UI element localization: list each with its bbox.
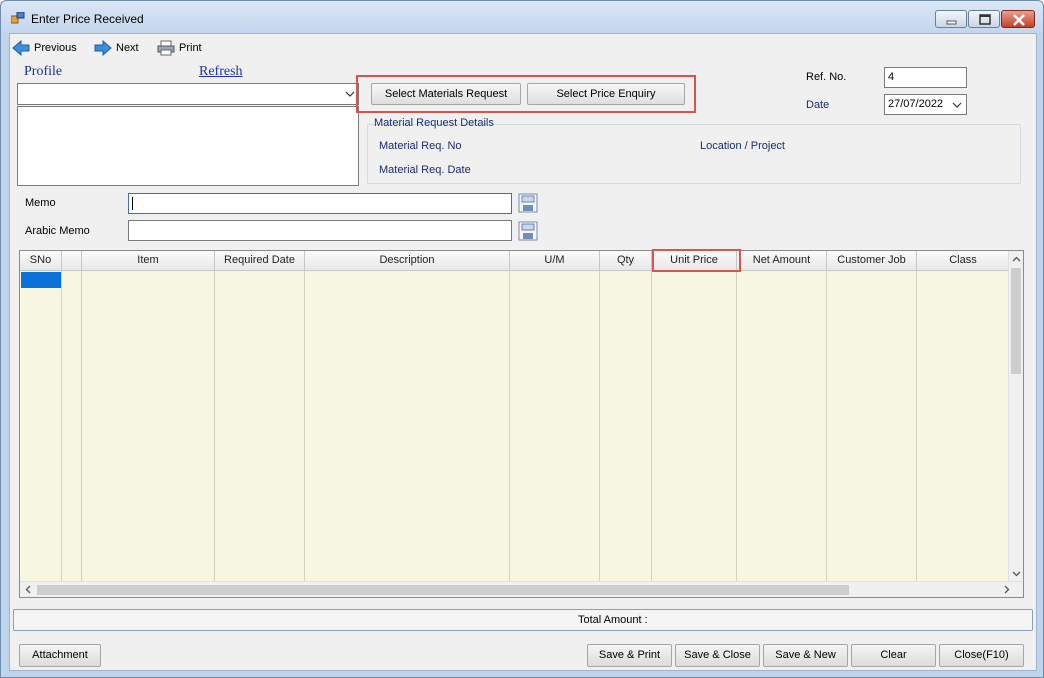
maximize-icon (979, 14, 991, 25)
profile-list[interactable] (17, 106, 359, 186)
ref-no-label: Ref. No. (806, 71, 847, 83)
date-picker[interactable]: 27/07/2022 (884, 94, 967, 115)
ref-no-field[interactable]: 4 (884, 67, 967, 88)
chevron-down-icon (345, 91, 355, 97)
grid-column-sno[interactable] (20, 271, 62, 582)
selected-cell[interactable] (21, 272, 61, 288)
highlight-frame-unit-price (652, 249, 741, 272)
column-header-item[interactable]: Item (82, 251, 215, 271)
material-req-no-label: Material Req. No (379, 140, 462, 152)
text-caret (132, 197, 133, 210)
profile-dropdown[interactable] (17, 83, 359, 105)
date-value: 27/07/2022 (888, 98, 944, 110)
close-button[interactable]: Close(F10) (939, 644, 1024, 667)
horizontal-scrollbar[interactable] (20, 581, 1023, 597)
select-materials-request-button[interactable]: Select Materials Request (371, 83, 521, 105)
attachment-button[interactable]: Attachment (19, 644, 101, 667)
column-header-customer-job[interactable]: Customer Job (827, 251, 917, 271)
chevron-down-icon (952, 102, 962, 108)
minimize-button[interactable] (935, 10, 967, 28)
arabic-memo-input[interactable] (128, 220, 512, 241)
scroll-left-icon[interactable] (21, 582, 36, 597)
scroll-up-icon[interactable] (1009, 252, 1024, 267)
grid-header: SNo Item Required Date Description U/M Q… (20, 251, 1009, 271)
column-header-blank[interactable] (62, 251, 82, 271)
previous-button[interactable]: Previous (12, 38, 77, 58)
next-label: Next (116, 42, 139, 54)
memo-label: Memo (25, 197, 56, 209)
total-amount-bar: Total Amount : (13, 609, 1033, 631)
print-label: Print (179, 42, 202, 54)
grid-column-item[interactable] (82, 271, 215, 582)
select-price-enquiry-button[interactable]: Select Price Enquiry (527, 83, 685, 105)
grid-column-customer-job[interactable] (827, 271, 917, 582)
print-button[interactable]: Print (157, 38, 202, 58)
location-project-label: Location / Project (700, 140, 785, 152)
profile-label: Profile (24, 64, 63, 79)
clear-button[interactable]: Clear (851, 644, 936, 667)
column-header-description[interactable]: Description (305, 251, 510, 271)
previous-label: Previous (34, 42, 77, 54)
save-print-button[interactable]: Save & Print (587, 644, 672, 667)
items-grid[interactable]: SNo Item Required Date Description U/M Q… (19, 249, 1024, 598)
material-req-date-label: Material Req. Date (379, 164, 471, 176)
grid-column-class[interactable] (917, 271, 1009, 582)
grid-column-required-date[interactable] (215, 271, 305, 582)
column-header-um[interactable]: U/M (510, 251, 600, 271)
column-header-sno[interactable]: SNo (20, 251, 62, 271)
grid-body[interactable] (20, 271, 1009, 582)
vertical-scrollbar[interactable] (1008, 251, 1023, 582)
memo-input[interactable] (128, 193, 512, 214)
refresh-link[interactable]: Refresh (199, 64, 243, 80)
grid-column-net-amount[interactable] (737, 271, 827, 582)
horizontal-scroll-thumb[interactable] (37, 585, 849, 595)
vertical-scroll-thumb[interactable] (1011, 268, 1021, 374)
minimize-icon (946, 20, 957, 25)
column-header-qty[interactable]: Qty (600, 251, 652, 271)
grid-column-blank[interactable] (62, 271, 82, 582)
next-arrow-icon (94, 40, 112, 56)
close-window-button[interactable] (1001, 10, 1035, 28)
save-new-button[interactable]: Save & New (763, 644, 848, 667)
column-header-net-amount[interactable]: Net Amount (737, 251, 827, 271)
save-close-button[interactable]: Save & Close (675, 644, 760, 667)
arabic-memo-label: Arabic Memo (25, 225, 90, 237)
grid-column-um[interactable] (510, 271, 600, 582)
form-client-area: Previous Next Print Profile Refresh Sele… (9, 33, 1037, 671)
grid-column-description[interactable] (305, 271, 510, 582)
printer-icon (157, 40, 175, 56)
date-label: Date (806, 99, 830, 111)
next-button[interactable]: Next (94, 38, 139, 58)
window: Enter Price Received Previous Next Print… (0, 0, 1044, 678)
save-disk-icon[interactable] (518, 221, 538, 241)
total-amount-label: Total Amount : (578, 614, 648, 626)
save-disk-icon[interactable] (518, 193, 538, 213)
scroll-right-icon[interactable] (999, 582, 1014, 597)
close-icon (1013, 14, 1025, 26)
column-header-class[interactable]: Class (917, 251, 1009, 271)
previous-arrow-icon (12, 40, 30, 56)
grid-column-qty[interactable] (600, 271, 652, 582)
grid-column-unit-price[interactable] (652, 271, 737, 582)
column-header-required-date[interactable]: Required Date (215, 251, 305, 271)
app-icon (11, 12, 25, 24)
material-request-details-title: Material Request Details (374, 117, 494, 129)
maximize-button[interactable] (968, 10, 1000, 28)
scroll-down-icon[interactable] (1009, 566, 1024, 581)
window-title: Enter Price Received (31, 12, 144, 26)
title-bar[interactable]: Enter Price Received (1, 1, 1043, 33)
